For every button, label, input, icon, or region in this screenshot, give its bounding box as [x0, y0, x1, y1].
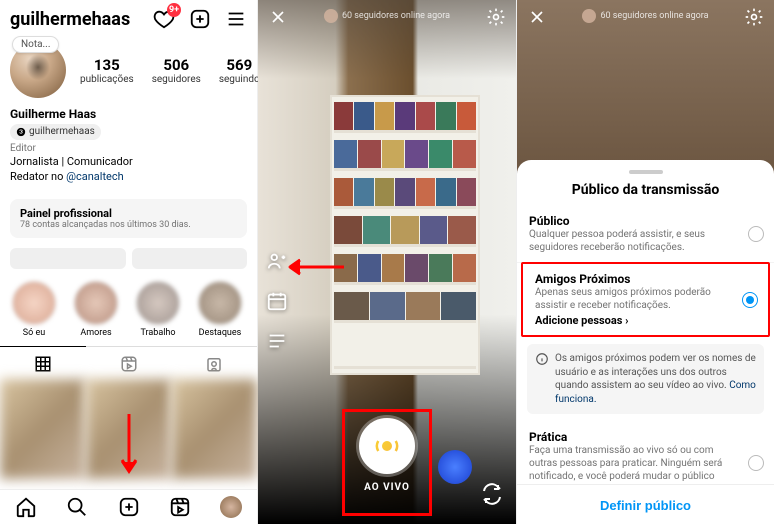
professional-dashboard[interactable]: Painel profissional 78 contas alcançadas…: [10, 199, 247, 238]
stat-posts[interactable]: 135 publicações: [80, 56, 134, 85]
camera-scene-bookshelf: [330, 95, 480, 375]
nav-reels-icon[interactable]: [154, 496, 205, 518]
activity-icon[interactable]: 9+: [153, 8, 175, 30]
info-icon: [535, 352, 549, 406]
menu-icon[interactable]: [225, 8, 247, 30]
highlight-item[interactable]: Amores: [72, 281, 120, 338]
title-icon[interactable]: [266, 330, 288, 352]
option-public[interactable]: Público Qualquer pessoa poderá assistir,…: [517, 206, 774, 263]
badge-count: 9+: [167, 3, 181, 17]
schedule-icon[interactable]: [266, 290, 288, 312]
bio-category: Editor: [10, 142, 247, 156]
sheet-title: Público da transmissão: [517, 182, 774, 206]
highlight-item[interactable]: Trabalho: [134, 281, 182, 338]
create-icon[interactable]: [189, 8, 211, 30]
radio-practice[interactable]: [748, 455, 764, 471]
go-live-button[interactable]: [359, 418, 415, 474]
online-status: 60 seguidores online agora: [582, 9, 708, 23]
bottom-nav: [0, 489, 257, 524]
tab-reels[interactable]: [86, 347, 172, 379]
add-people-link[interactable]: Adicione pessoas ›: [535, 314, 734, 327]
share-profile-button[interactable]: [132, 248, 248, 269]
live-camera-screen: 60 seguidores online agora AO VIVO: [258, 0, 516, 524]
chevron-right-icon: ›: [625, 314, 628, 327]
nav-search-icon[interactable]: [51, 496, 102, 518]
close-icon[interactable]: [527, 6, 547, 27]
effects-button[interactable]: [438, 450, 472, 484]
highlight-item[interactable]: Só eu: [10, 281, 58, 338]
audience-bottom-sheet: Público da transmissão Público Qualquer …: [517, 160, 774, 524]
settings-icon[interactable]: [744, 6, 764, 27]
highlights-row: Só eu Amores Trabalho Destaques: [0, 273, 257, 346]
close-icon[interactable]: [268, 6, 288, 27]
tab-tagged[interactable]: [171, 347, 257, 379]
profile-screen: guilhermehaas 9+ Nota... 135 publicações…: [0, 0, 258, 524]
settings-icon[interactable]: [486, 6, 506, 27]
radio-close-friends[interactable]: [742, 292, 758, 308]
post-thumbnail[interactable]: [0, 379, 85, 479]
post-thumbnail[interactable]: [172, 379, 257, 479]
nav-home-icon[interactable]: [0, 496, 51, 518]
sheet-drag-handle[interactable]: [629, 170, 663, 174]
option-practice[interactable]: Prática Faça uma transmissão ao vivo só …: [517, 422, 774, 484]
display-name: Guilherme Haas: [10, 106, 247, 122]
edit-profile-button[interactable]: [10, 248, 126, 269]
annotation-arrow-left: [286, 256, 346, 277]
stat-followers[interactable]: 506 seguidores: [152, 56, 201, 85]
audience-sheet-screen: 60 seguidores online agora Público da tr…: [516, 0, 774, 524]
nav-create-icon[interactable]: [103, 496, 154, 518]
switch-camera-icon[interactable]: [480, 482, 504, 506]
bio-mention-link[interactable]: @canaltech: [66, 170, 124, 183]
stat-following[interactable]: 569 seguindo: [219, 56, 260, 85]
nav-profile-avatar[interactable]: [206, 496, 257, 518]
tab-grid[interactable]: [0, 346, 86, 379]
online-status: 60 seguidores online agora: [324, 9, 450, 23]
audience-icon[interactable]: [266, 250, 288, 272]
bio-line-2: Redator no @canaltech: [10, 170, 247, 185]
radio-public[interactable]: [748, 226, 764, 242]
define-audience-button[interactable]: Definir público: [600, 498, 691, 513]
username-title[interactable]: guilhermehaas: [10, 9, 130, 30]
bio-line-1: Jornalista | Comunicador: [10, 155, 247, 170]
annotation-highlight-box: AO VIVO: [342, 409, 432, 516]
option-close-friends[interactable]: Amigos Próximos Apenas seus amigos próxi…: [521, 262, 770, 337]
camera-background-dim: [517, 0, 774, 180]
highlight-item[interactable]: Destaques: [196, 281, 244, 338]
threads-pill[interactable]: guilhermehaas: [10, 124, 101, 140]
close-friends-info: Os amigos próximos podem ver os nomes de…: [527, 344, 764, 414]
note-bubble[interactable]: Nota...: [12, 36, 59, 53]
annotation-arrow-down: [118, 412, 140, 476]
live-mode-label: AO VIVO: [359, 482, 415, 493]
